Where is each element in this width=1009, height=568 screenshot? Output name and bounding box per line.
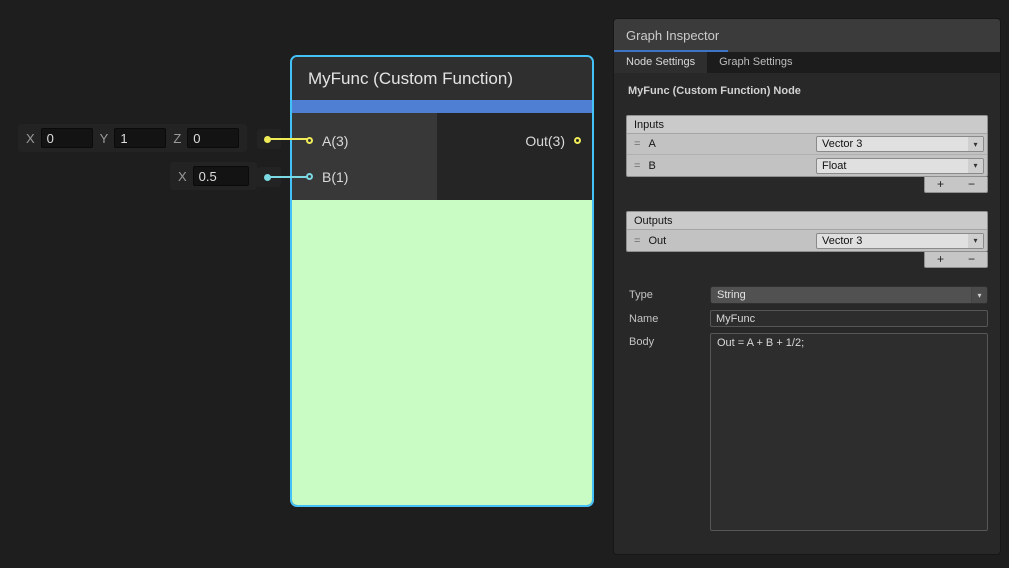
float-input-widget: X 0.5	[170, 162, 257, 190]
name-field-row: Name	[626, 310, 988, 327]
input-b-type-value: Float	[822, 160, 846, 172]
output-out-type-value: Vector 3	[822, 235, 862, 247]
drag-handle-icon[interactable]: =	[634, 138, 640, 150]
graph-inspector-panel: Graph Inspector Node Settings Graph Sett…	[613, 18, 1001, 555]
inputs-list-header: Inputs	[627, 116, 987, 134]
inputs-row-a[interactable]: = A Vector 3 ▾	[627, 134, 987, 155]
inputs-footer-buttons: + −	[924, 177, 988, 193]
input-a-name: A	[648, 138, 816, 150]
body-textarea[interactable]: Out = A + B + 1/2;	[710, 333, 988, 531]
type-field-row: Type String ▾	[626, 286, 988, 304]
custom-function-node[interactable]: MyFunc (Custom Function) A(3) B(1) Out(3…	[290, 55, 594, 507]
remove-output-button[interactable]: −	[956, 252, 987, 267]
inputs-row-b[interactable]: = B Float ▾	[627, 155, 987, 176]
chevron-down-icon: ▾	[968, 159, 983, 173]
chevron-down-icon: ▾	[971, 287, 987, 303]
input-b-type-dropdown[interactable]: Float ▾	[816, 158, 984, 174]
type-label: Type	[626, 289, 710, 301]
add-input-button[interactable]: +	[925, 177, 956, 192]
drag-handle-icon[interactable]: =	[634, 235, 640, 247]
vector3-z-pair: Z 0	[173, 128, 239, 148]
chevron-down-icon: ▾	[968, 234, 983, 248]
inspector-title: Graph Inspector	[626, 28, 719, 43]
vector3-x-label: X	[26, 131, 35, 146]
tab-graph-settings[interactable]: Graph Settings	[707, 52, 804, 73]
outputs-row-out[interactable]: = Out Vector 3 ▾	[627, 230, 987, 251]
inputs-list-footer: + −	[626, 177, 988, 193]
node-input-column	[292, 113, 437, 200]
port-b-label: B(1)	[322, 169, 348, 185]
input-port-a[interactable]: A(3)	[306, 134, 348, 147]
input-a-type-value: Vector 3	[822, 138, 862, 150]
chevron-down-icon: ▾	[968, 137, 983, 151]
float-x-label: X	[178, 169, 187, 184]
inspector-tab-bar: Node Settings Graph Settings	[614, 52, 1000, 73]
port-out-circle-icon[interactable]	[574, 137, 581, 144]
wire-float-to-b[interactable]	[270, 176, 308, 178]
input-a-type-dropdown[interactable]: Vector 3 ▾	[816, 136, 984, 152]
body-label: Body	[626, 336, 710, 348]
input-b-name: B	[648, 160, 816, 172]
outputs-list: Outputs = Out Vector 3 ▾	[626, 211, 988, 252]
vector3-z-field[interactable]: 0	[187, 128, 239, 148]
add-output-button[interactable]: +	[925, 252, 956, 267]
vector3-z-label: Z	[173, 131, 181, 146]
body-field-row: Body Out = A + B + 1/2;	[626, 333, 988, 531]
output-out-name: Out	[648, 235, 816, 247]
outputs-list-footer: + −	[626, 252, 988, 268]
type-value: String	[717, 289, 746, 301]
vector3-input-widget: X 0 Y 1 Z 0	[18, 124, 247, 152]
outputs-list-header: Outputs	[627, 212, 987, 230]
vector3-x-pair: X 0	[26, 128, 93, 148]
inspector-header[interactable]: Graph Inspector	[614, 19, 1000, 52]
node-settings-subtitle: MyFunc (Custom Function) Node	[628, 85, 988, 97]
input-port-b[interactable]: B(1)	[306, 170, 348, 183]
node-preview	[292, 200, 592, 505]
port-out-label: Out(3)	[525, 133, 565, 149]
output-port-out[interactable]: Out(3)	[525, 134, 581, 147]
node-title-bar[interactable]: MyFunc (Custom Function)	[292, 57, 592, 100]
node-title: MyFunc (Custom Function)	[308, 69, 513, 89]
inspector-content: MyFunc (Custom Function) Node Inputs = A…	[614, 73, 1000, 554]
tab-node-settings[interactable]: Node Settings	[614, 52, 707, 73]
output-out-type-dropdown[interactable]: Vector 3 ▾	[816, 233, 984, 249]
node-accent-bar	[292, 100, 592, 113]
vector3-y-pair: Y 1	[100, 128, 167, 148]
header-accent-line	[614, 50, 728, 52]
node-port-area: A(3) B(1) Out(3)	[292, 113, 592, 200]
wire-vector3-to-a[interactable]	[270, 138, 308, 140]
outputs-footer-buttons: + −	[924, 252, 988, 268]
graph-canvas[interactable]: { "canvas": { "vector3_widget": { "field…	[0, 0, 1009, 568]
port-a-label: A(3)	[322, 133, 348, 149]
name-label: Name	[626, 313, 710, 325]
type-dropdown[interactable]: String ▾	[710, 286, 988, 304]
vector3-y-label: Y	[100, 131, 109, 146]
float-x-pair: X 0.5	[178, 166, 249, 186]
name-input[interactable]	[710, 310, 988, 327]
vector3-x-field[interactable]: 0	[41, 128, 93, 148]
inputs-list: Inputs = A Vector 3 ▾ = B Float ▾	[626, 115, 988, 177]
vector3-y-field[interactable]: 1	[114, 128, 166, 148]
drag-handle-icon[interactable]: =	[634, 160, 640, 172]
remove-input-button[interactable]: −	[956, 177, 987, 192]
float-x-field[interactable]: 0.5	[193, 166, 249, 186]
